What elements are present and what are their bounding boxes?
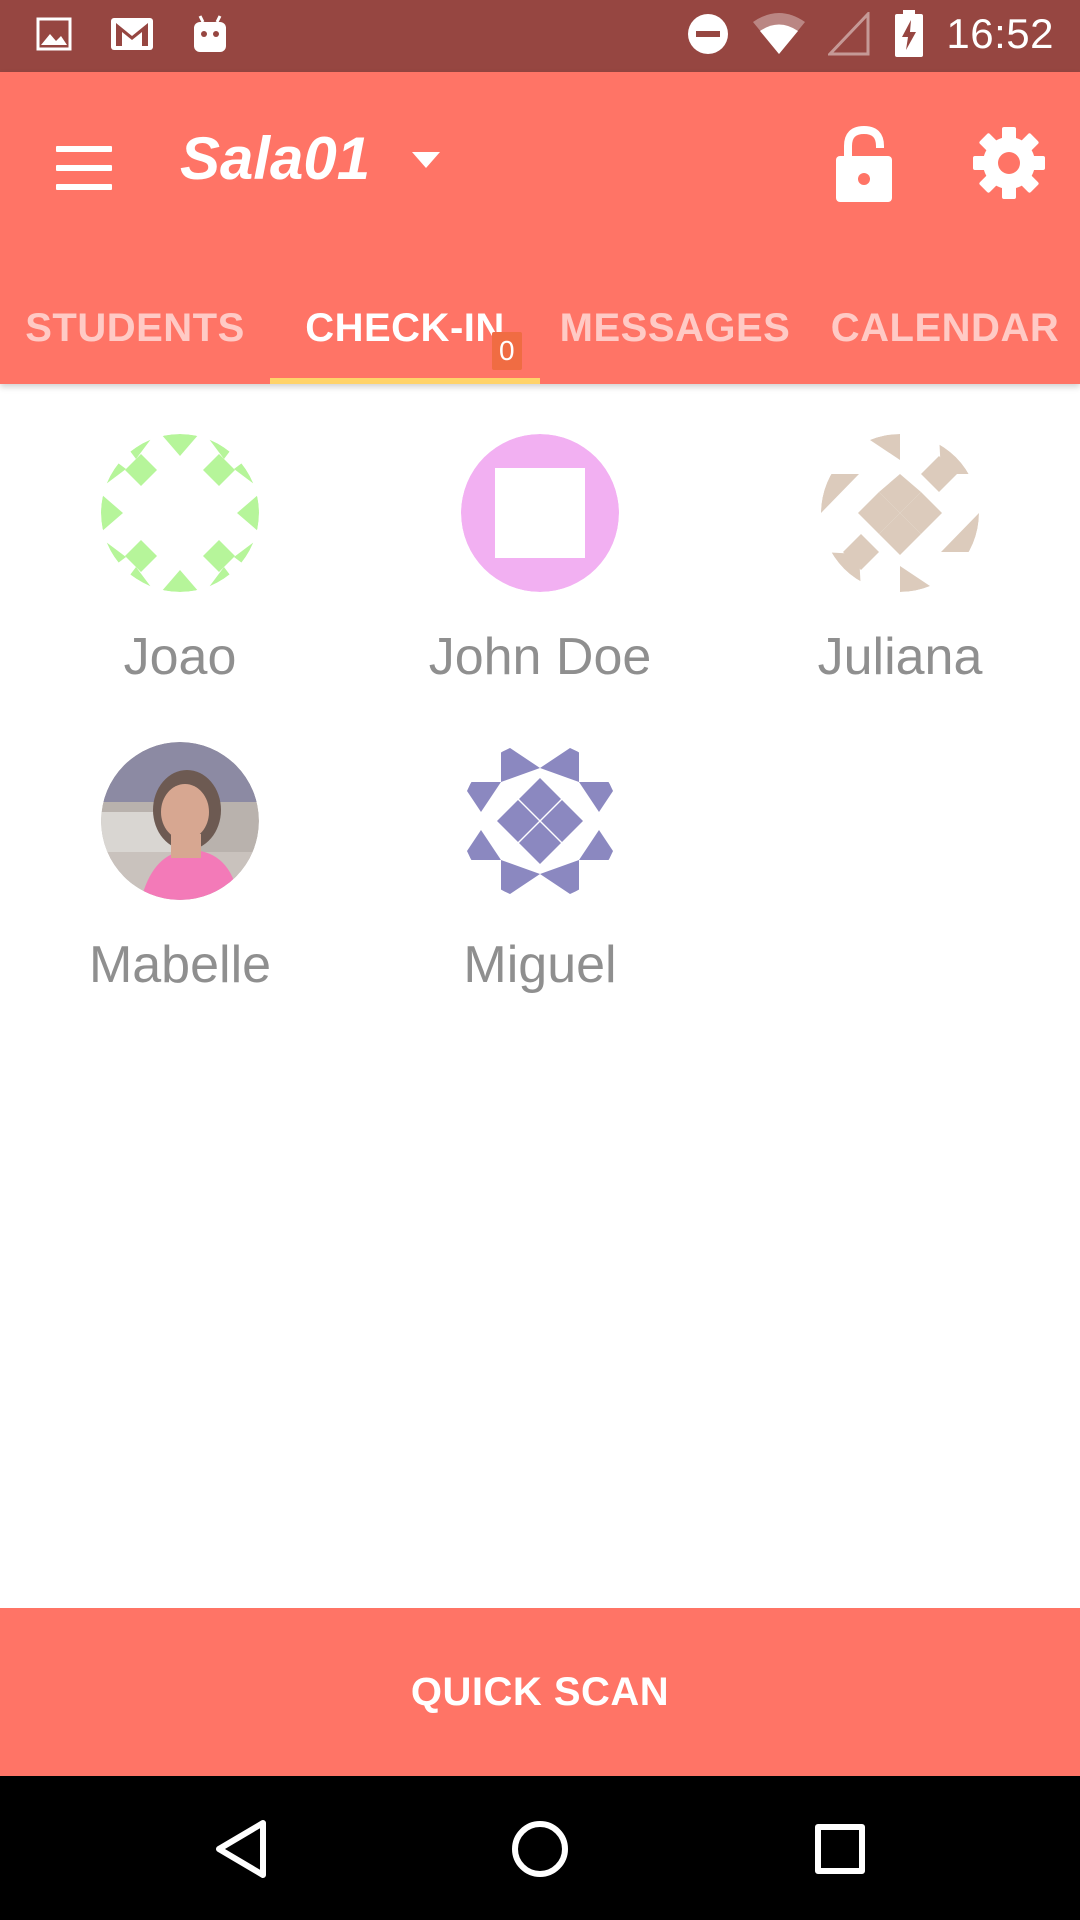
student-card[interactable]: John Doe [360, 434, 720, 687]
student-name: Juliana [817, 628, 983, 686]
chevron-down-icon[interactable] [408, 142, 444, 178]
avatar-identicon-pink [461, 434, 619, 592]
tab-bar: STUDENTS CHECK-IN 0 MESSAGES CALENDAR [0, 272, 1080, 384]
avatar-identicon-tan [821, 434, 979, 592]
image-icon [36, 17, 72, 51]
avatar-identicon-green [101, 434, 259, 592]
room-selector-title[interactable]: Sala01 [180, 124, 370, 193]
gear-icon[interactable] [972, 126, 1046, 200]
check-in-count-badge: 0 [492, 332, 522, 370]
system-navigation-bar [0, 1776, 1080, 1920]
student-card[interactable]: Joao [0, 434, 360, 687]
avatar-identicon-purple [461, 742, 619, 900]
status-time: 16:52 [946, 10, 1054, 57]
tab-calendar[interactable]: CALENDAR [810, 272, 1080, 384]
lock-icon[interactable] [832, 124, 896, 204]
student-card[interactable]: Miguel [360, 742, 720, 995]
back-icon[interactable] [196, 1804, 286, 1894]
home-icon[interactable] [495, 1804, 585, 1894]
tab-label: STUDENTS [25, 305, 245, 350]
do-not-disturb-icon [688, 14, 729, 54]
tab-label: CALENDAR [830, 305, 1060, 350]
quick-scan-button[interactable]: QUICK SCAN [0, 1608, 1080, 1776]
tab-messages[interactable]: MESSAGES [540, 272, 810, 384]
student-card[interactable]: Mabelle [0, 742, 360, 995]
menu-icon[interactable] [48, 132, 120, 204]
active-tab-indicator [270, 378, 540, 384]
student-card[interactable]: Juliana [720, 434, 1080, 687]
gmail-icon [111, 18, 153, 50]
tab-students[interactable]: STUDENTS [0, 272, 270, 384]
student-name: Joao [123, 628, 237, 686]
student-name: John Doe [428, 628, 652, 686]
tab-label: CHECK-IN [305, 305, 505, 350]
tab-label: MESSAGES [559, 305, 791, 350]
student-name: Mabelle [88, 936, 272, 994]
android-icon [194, 15, 226, 52]
recents-icon[interactable] [795, 1804, 885, 1894]
battery-charging-icon [895, 10, 924, 57]
tab-check-in[interactable]: CHECK-IN 0 [270, 272, 540, 384]
status-bar: 16:52 [0, 0, 1080, 72]
cell-signal-icon [828, 12, 870, 56]
app-bar: Sala01 STUDENTS CHECK-IN 0 MESSAGES CALE… [0, 72, 1080, 384]
quick-scan-label: QUICK SCAN [410, 1669, 670, 1714]
wifi-icon [753, 13, 806, 54]
avatar-photo [101, 742, 259, 900]
student-name: Miguel [463, 936, 617, 994]
